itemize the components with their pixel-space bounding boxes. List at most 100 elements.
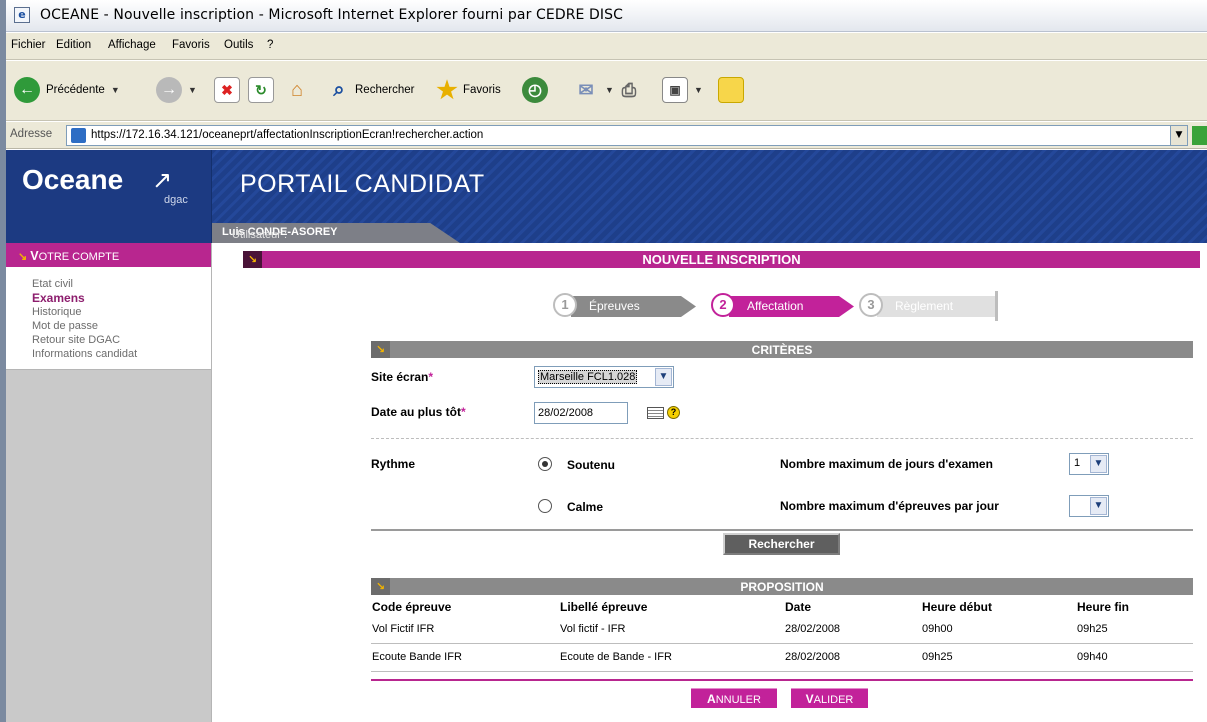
chevron-down-icon[interactable]: ▼: [1090, 497, 1107, 515]
notes-button[interactable]: [718, 75, 744, 105]
mail-button[interactable]: ✉ ▼: [573, 75, 614, 105]
table-header-row: Code épreuve Libellé épreuve Date Heure …: [371, 599, 1193, 615]
user-tab: Utilisateur : Luis CONDE-ASOREY: [212, 223, 460, 243]
cell-start: 09h25: [921, 643, 1076, 672]
date-input[interactable]: 28/02/2008: [534, 402, 628, 424]
column-header: Heure fin: [1077, 600, 1130, 614]
page-title-bar: ↘ NOUVELLE INSCRIPTION: [243, 251, 1200, 268]
go-button[interactable]: [1192, 126, 1207, 145]
calendar-icon[interactable]: [647, 407, 664, 419]
column-header: Code épreuve: [372, 600, 452, 614]
menu-edition[interactable]: Edition: [56, 39, 91, 51]
max-days-value: 1: [1074, 457, 1081, 469]
radio-calme[interactable]: [538, 499, 552, 513]
forward-arrow-icon: →: [156, 77, 182, 103]
back-label: Précédente: [46, 84, 105, 96]
max-tests-select[interactable]: ▼: [1069, 495, 1109, 517]
address-input[interactable]: https://172.16.34.121/oceaneprt/affectat…: [66, 125, 1188, 146]
required-marker: *: [461, 405, 466, 419]
arrow-icon: ↘: [18, 251, 28, 263]
window-title-bar: e OCEANE - Nouvelle inscription - Micros…: [6, 0, 1207, 32]
menu-fichier[interactable]: Fichier: [11, 39, 46, 51]
menu-affichage[interactable]: Affichage: [108, 39, 156, 51]
printer-icon: ⎙: [621, 79, 637, 100]
search-button[interactable]: ⌕ Rechercher: [326, 75, 414, 105]
forward-button[interactable]: → ▼: [156, 75, 197, 105]
address-bar: Adresse https://172.16.34.121/oceaneprt/…: [6, 122, 1207, 149]
menu-favoris[interactable]: Favoris: [172, 39, 210, 51]
history-button[interactable]: ◴: [522, 75, 548, 105]
proposition-table: Code épreuve Libellé épreuve Date Heure …: [371, 599, 1193, 672]
address-url: https://172.16.34.121/oceaneprt/affectat…: [91, 129, 484, 141]
sidebar-item-mot-de-passe[interactable]: Mot de passe: [32, 319, 211, 333]
favorites-button[interactable]: ★ Favoris: [434, 75, 501, 105]
help-icon[interactable]: ?: [667, 406, 680, 419]
date-label-text: Date au plus tôt: [371, 405, 462, 419]
home-button[interactable]: ⌂: [284, 75, 310, 105]
step-1-number: 1: [553, 293, 577, 317]
favorites-label: Favoris: [463, 84, 501, 96]
step-3-label: Règlement: [877, 296, 997, 317]
footer-divider: [371, 679, 1193, 681]
cell-end: 09h40: [1076, 643, 1193, 672]
radio-calme-label: Calme: [567, 500, 604, 514]
cell-code: Ecoute Bande IFR: [371, 643, 559, 672]
step-end-marker: [995, 291, 998, 321]
sidebar-item-historique[interactable]: Historique: [32, 305, 211, 319]
main-content: ↘ NOUVELLE INSCRIPTION Épreuves 1 Affect…: [213, 243, 1207, 722]
cell-libelle: Vol fictif - IFR: [559, 615, 784, 644]
cancel-cap: A: [707, 692, 716, 706]
radio-soutenu[interactable]: [538, 457, 552, 471]
back-button[interactable]: ← Précédente ▼: [14, 75, 120, 105]
validate-cap: V: [805, 692, 814, 706]
refresh-button[interactable]: ↻: [248, 75, 274, 105]
search-criteria-button[interactable]: Rechercher: [723, 533, 840, 555]
sidebar-item-retour-dgac[interactable]: Retour site DGAC: [32, 333, 211, 347]
window-title: OCEANE - Nouvelle inscription - Microsof…: [40, 7, 623, 23]
step-2-number: 2: [711, 293, 735, 317]
cancel-button[interactable]: ANNULER: [691, 688, 777, 708]
search-icon: ⌕: [333, 78, 345, 101]
ie-logo-icon: e: [14, 7, 30, 23]
chevron-down-icon[interactable]: ▼: [1170, 126, 1187, 145]
sidebar-header-cap: V: [30, 249, 39, 263]
proposition-title: PROPOSITION: [740, 580, 824, 594]
cell-libelle: Ecoute de Bande - IFR: [559, 643, 784, 672]
chevron-down-icon[interactable]: ▼: [1090, 455, 1107, 473]
criteria-title: CRITÈRES: [751, 343, 813, 357]
sidebar-item-examens[interactable]: Examens: [32, 291, 211, 305]
note-icon: [718, 77, 744, 103]
sidebar-item-informations[interactable]: Informations candidat: [32, 347, 211, 361]
cancel-rest: NNULER: [715, 694, 761, 706]
cell-start: 09h00: [921, 615, 1076, 644]
menu-help[interactable]: ?: [267, 39, 273, 51]
address-label: Adresse: [10, 128, 53, 140]
home-icon: ⌂: [290, 78, 304, 101]
chevron-down-icon: ▼: [110, 85, 120, 95]
edit-button[interactable]: ▣ ▼: [662, 75, 703, 105]
oceane-logo: Oceane ↗ dgac: [6, 150, 212, 243]
chevron-down-icon: ▼: [605, 85, 614, 95]
criteria-header: ↘ CRITÈRES: [371, 341, 1193, 358]
print-button[interactable]: ⎙: [616, 75, 642, 105]
sidebar-item-etat-civil[interactable]: Etat civil: [32, 277, 211, 291]
menu-outils[interactable]: Outils: [224, 39, 253, 51]
step-3-number: 3: [859, 293, 883, 317]
page-title: NOUVELLE INSCRIPTION: [642, 252, 801, 267]
column-header: Date: [785, 600, 812, 614]
site-value: Marseille FCL1.028: [538, 370, 638, 384]
validate-rest: ALIDER: [813, 694, 854, 706]
cell-date: 28/02/2008: [784, 615, 921, 644]
site-select[interactable]: Marseille FCL1.028 ▼: [534, 366, 674, 388]
user-prefix: Utilisateur :: [232, 229, 288, 241]
step-1-label: Épreuves: [571, 296, 696, 317]
star-icon: ★: [436, 76, 458, 104]
validate-button[interactable]: VALIDER: [791, 688, 868, 708]
plane-icon: ↗: [152, 166, 173, 194]
max-days-select[interactable]: 1 ▼: [1069, 453, 1109, 475]
stop-button[interactable]: ✖: [214, 75, 240, 105]
chevron-down-icon[interactable]: ▼: [655, 368, 672, 386]
edit-icon: ▣: [662, 77, 688, 103]
step-2-label: Affectation: [729, 296, 854, 317]
cell-end: 09h25: [1076, 615, 1193, 644]
